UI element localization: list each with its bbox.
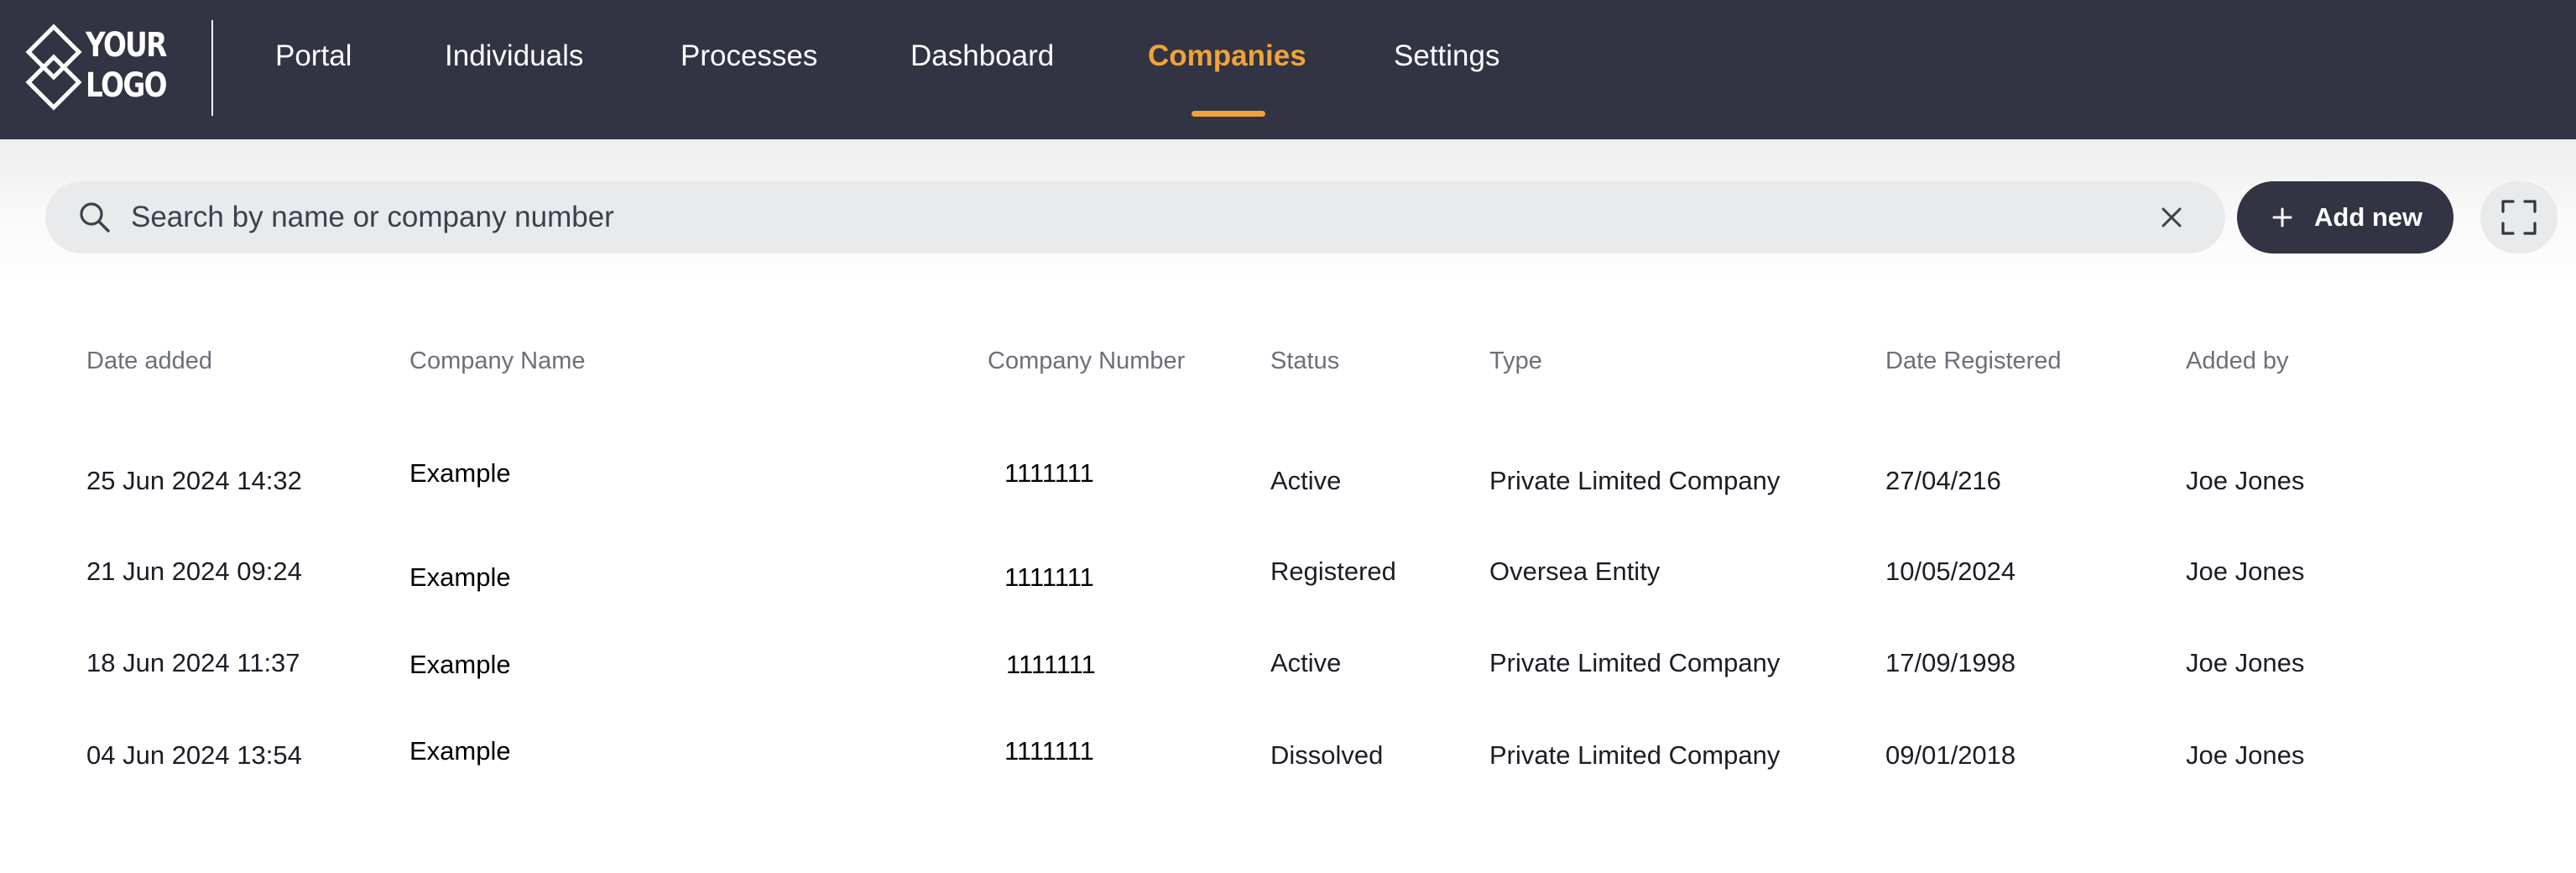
column-header-date-added[interactable]: Date added — [86, 344, 212, 378]
active-tab-indicator — [1192, 111, 1265, 117]
cell-added-by: Joe Jones — [2186, 740, 2305, 770]
column-header-type[interactable]: Type — [1489, 344, 1542, 378]
cell-type: Private Limited Company — [1489, 648, 1781, 677]
cell-company-number: 1111111 — [1004, 736, 1094, 766]
search-icon — [80, 202, 110, 233]
logo[interactable]: YOUR LOGO — [25, 24, 168, 116]
cell-date-added: 18 Jun 2024 11:37 — [86, 648, 300, 677]
cell-company-number: 1111111 — [1004, 562, 1094, 592]
plus-icon — [2272, 207, 2292, 227]
cell-added-by: Joe Jones — [2186, 557, 2305, 586]
cell-company-name: Example — [409, 458, 511, 488]
nav-item-settings[interactable]: Settings — [1394, 35, 1499, 77]
cell-date-registered: 17/09/1998 — [1885, 648, 2016, 677]
close-icon[interactable] — [2158, 204, 2185, 231]
add-new-label: Add new — [2314, 202, 2423, 232]
cell-status: Registered — [1270, 557, 1396, 586]
cell-type: Private Limited Company — [1489, 740, 1781, 770]
logo-divider — [211, 20, 213, 116]
cell-date-added: 21 Jun 2024 09:24 — [86, 557, 302, 586]
add-new-button[interactable]: Add new — [2237, 181, 2453, 254]
logo-diamond-icon — [25, 24, 82, 111]
cell-status: Dissolved — [1270, 740, 1384, 770]
column-header-added-by[interactable]: Added by — [2186, 344, 2289, 378]
fullscreen-icon — [2501, 200, 2537, 235]
nav-item-processes[interactable]: Processes — [681, 35, 817, 77]
column-header-status[interactable]: Status — [1270, 344, 1339, 378]
cell-status: Active — [1270, 466, 1342, 495]
column-header-date-registered[interactable]: Date Registered — [1885, 344, 2062, 378]
cell-date-added: 25 Jun 2024 14:32 — [86, 466, 302, 495]
nav-item-dashboard[interactable]: Dashboard — [910, 35, 1054, 77]
cell-company-number: 1111111 — [1004, 458, 1094, 488]
nav-item-individuals[interactable]: Individuals — [445, 35, 583, 77]
cell-status: Active — [1270, 648, 1342, 677]
cell-added-by: Joe Jones — [2186, 648, 2305, 677]
cell-company-name: Example — [409, 562, 511, 592]
cell-company-name: Example — [409, 736, 511, 766]
cell-type: Private Limited Company — [1489, 466, 1781, 495]
logo-text-line2: LOGO — [86, 66, 168, 105]
cell-date-added: 04 Jun 2024 13:54 — [86, 740, 302, 770]
fullscreen-button[interactable] — [2480, 181, 2558, 254]
top-navigation-bar: YOUR LOGO Portal Individuals Processes D… — [0, 0, 2576, 139]
logo-text: YOUR LOGO — [86, 25, 168, 106]
logo-text-line1: YOUR — [86, 26, 167, 65]
cell-company-name: Example — [409, 650, 511, 679]
column-header-company-name[interactable]: Company Name — [409, 344, 586, 378]
search-bar[interactable] — [45, 181, 2225, 254]
column-header-company-number[interactable]: Company Number — [988, 344, 1185, 378]
cell-date-registered: 10/05/2024 — [1885, 557, 2016, 586]
cell-date-registered: 27/04/216 — [1885, 466, 2001, 495]
nav-item-companies[interactable]: Companies — [1148, 35, 1306, 77]
search-input[interactable] — [131, 181, 2128, 254]
cell-type: Oversea Entity — [1489, 557, 1661, 586]
cell-added-by: Joe Jones — [2186, 466, 2305, 495]
nav-item-portal[interactable]: Portal — [275, 35, 352, 77]
cell-company-number: 1111111 — [1006, 650, 1096, 679]
cell-date-registered: 09/01/2018 — [1885, 740, 2016, 770]
